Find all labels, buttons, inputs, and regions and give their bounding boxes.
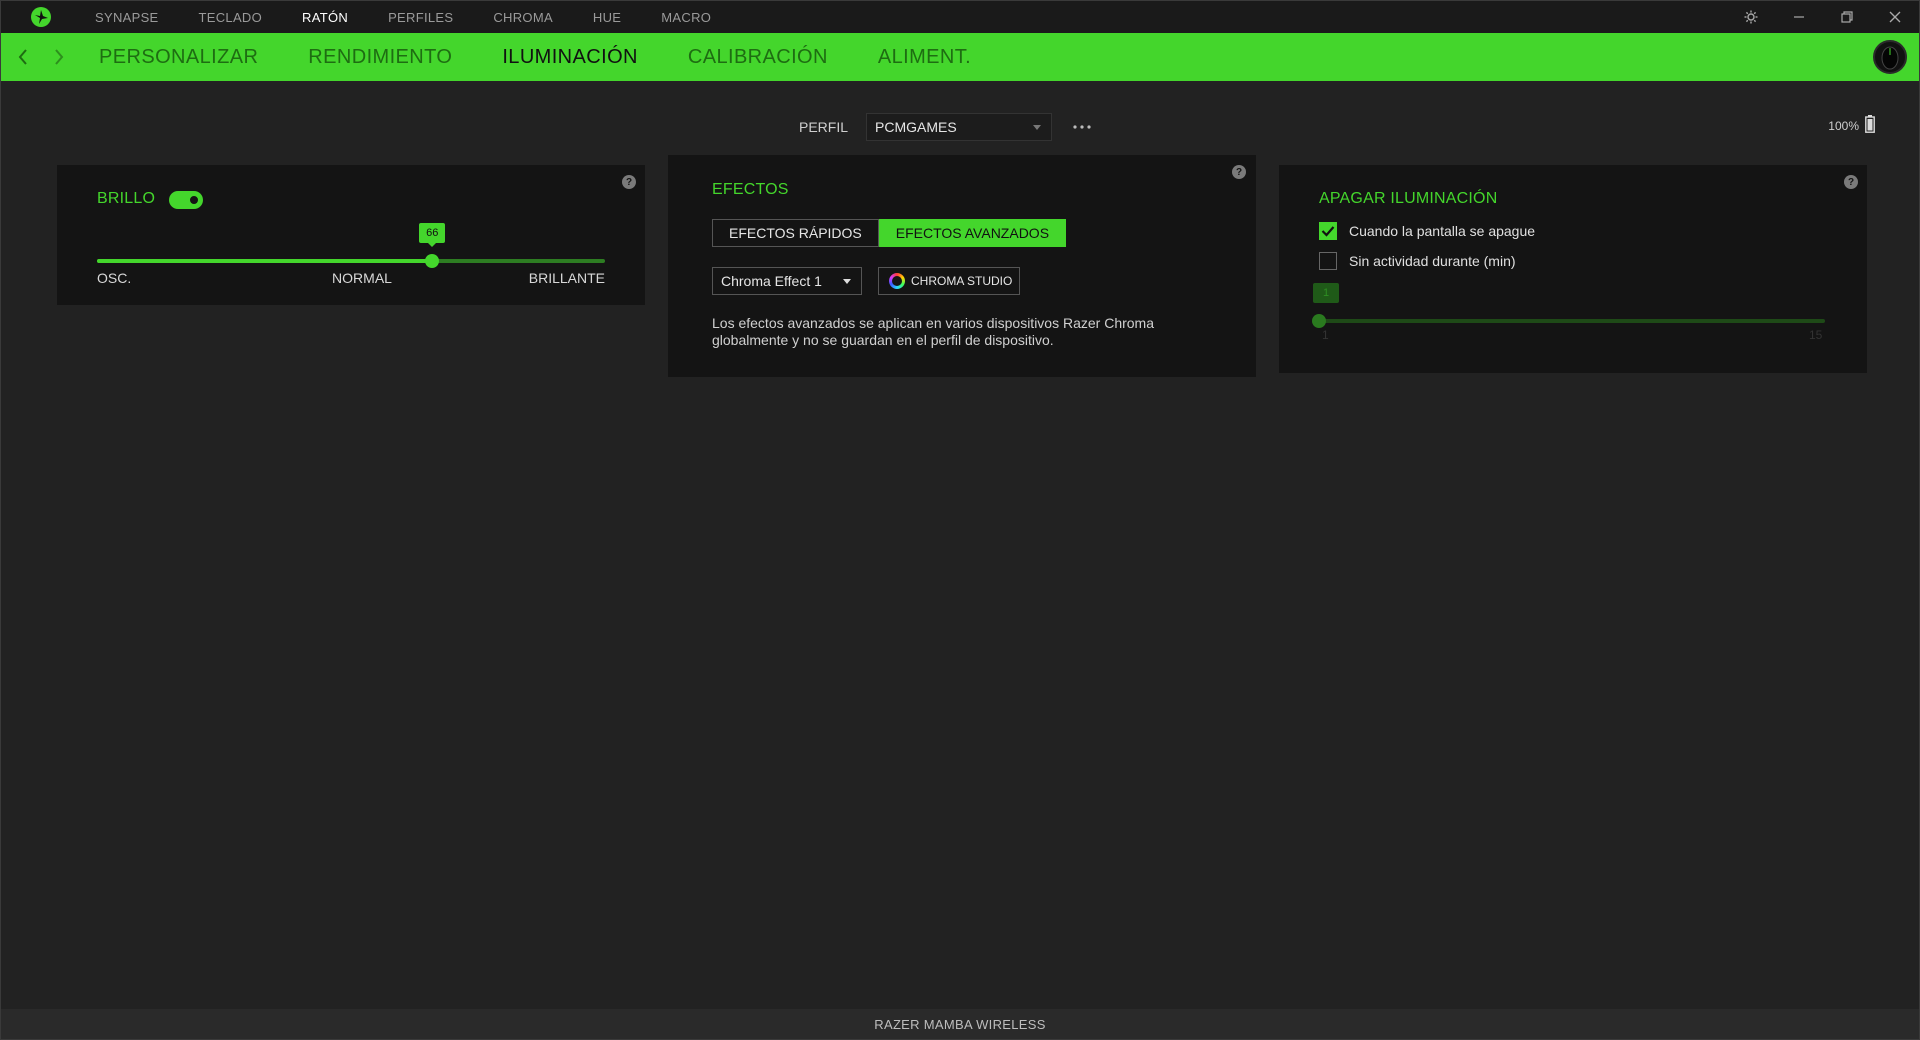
profile-dropdown[interactable]: PCMGAMES (866, 113, 1053, 141)
brightness-slider-thumb[interactable] (425, 254, 440, 268)
brightness-title: BRILLO (97, 190, 156, 207)
brightness-label-low: OSC. (97, 270, 132, 286)
effects-description: Los efectos avanzados se aplican en vari… (712, 315, 1155, 348)
brightness-label-mid: NORMAL (332, 270, 392, 286)
device-name: RAZER MAMBA WIRELESS (874, 1016, 1046, 1032)
effect-selected-value: Chroma Effect 1 (721, 273, 822, 289)
device-subnav-bar: PERSONALIZAR RENDIMIENTO ILUMINACIÓN CAL… (1, 33, 1919, 81)
restore-icon[interactable] (1823, 1, 1871, 33)
option-screen-off-row: Cuando la pantalla se apague (1319, 222, 1535, 240)
help-icon[interactable]: ? (1844, 175, 1858, 189)
forward-arrow-icon[interactable] (41, 33, 77, 81)
device-tabs: PERSONALIZAR RENDIMIENTO ILUMINACIÓN CAL… (99, 46, 1021, 69)
battery-icon (1865, 115, 1875, 136)
effects-panel: EFECTOS ? EFECTOS RÁPIDOS EFECTOS AVANZA… (668, 155, 1256, 377)
profile-label: PERFIL (799, 119, 849, 135)
brightness-label-high: BRILLANTE (528, 270, 605, 286)
tab-efectos-avanzados[interactable]: EFECTOS AVANZADOS (878, 219, 1067, 247)
idle-slider-thumb (1312, 314, 1326, 328)
option-idle-row: Sin actividad durante (min) (1319, 252, 1516, 270)
chroma-studio-label: CHROMA STUDIO (911, 274, 1013, 288)
topnav-macro[interactable]: MACRO (661, 10, 711, 25)
brightness-slider[interactable] (97, 254, 605, 268)
idle-slider (1319, 319, 1825, 323)
effects-mode-tabs: EFECTOS RÁPIDOS EFECTOS AVANZADOS (712, 219, 1067, 247)
screen-off-label: Cuando la pantalla se apague (1349, 223, 1536, 239)
help-icon[interactable]: ? (622, 175, 636, 189)
help-icon[interactable]: ? (1232, 165, 1246, 179)
topnav-perfiles[interactable]: PERFILES (388, 10, 453, 25)
back-arrow-icon[interactable] (5, 33, 41, 81)
window-controls (1727, 1, 1919, 33)
minimize-icon[interactable] (1775, 1, 1823, 33)
tab-rendimiento[interactable]: RENDIMIENTO (308, 46, 452, 69)
profile-selected-value: PCMGAMES (875, 119, 957, 135)
idle-label: Sin actividad durante (min) (1349, 253, 1516, 269)
brightness-slider-fill (97, 259, 433, 263)
chevron-down-icon (843, 279, 851, 284)
tab-personalizar[interactable]: PERSONALIZAR (99, 46, 258, 69)
brightness-toggle[interactable] (169, 191, 203, 209)
lights-off-panel: APAGAR ILUMINACIÓN ? Cuando la pantalla … (1279, 165, 1867, 373)
settings-gear-icon[interactable] (1727, 1, 1775, 33)
topnav-teclado[interactable]: TECLADO (199, 10, 263, 25)
idle-min-label: 1 (1322, 328, 1329, 342)
topnav-synapse[interactable]: SYNAPSE (95, 10, 159, 25)
tab-calibracion[interactable]: CALIBRACIÓN (688, 46, 828, 69)
effects-title: EFECTOS (712, 181, 789, 198)
idle-max-label: 15 (1809, 328, 1823, 342)
device-thumbnail[interactable] (1873, 40, 1907, 74)
title-bar: SYNAPSE TECLADO RATÓN PERFILES CHROMA HU… (1, 1, 1919, 33)
more-options-icon[interactable] (1072, 117, 1092, 137)
topnav-raton[interactable]: RATÓN (302, 10, 348, 25)
brightness-panel: BRILLO ? 66 OSC. NORMAL BRILLANTE (57, 165, 645, 305)
tab-efectos-rapidos[interactable]: EFECTOS RÁPIDOS (712, 219, 879, 247)
device-footer: RAZER MAMBA WIRELESS (1, 1009, 1919, 1039)
idle-checkbox[interactable] (1319, 252, 1337, 270)
close-icon[interactable] (1871, 1, 1919, 33)
tab-iluminacion[interactable]: ILUMINACIÓN (502, 46, 638, 69)
profile-row: PERFIL PCMGAMES (799, 113, 1092, 141)
top-nav: SYNAPSE TECLADO RATÓN PERFILES CHROMA HU… (95, 1, 751, 33)
effect-dropdown[interactable]: Chroma Effect 1 (712, 267, 862, 295)
tab-aliment[interactable]: ALIMENT. (878, 46, 971, 69)
chevron-down-icon (1033, 125, 1042, 130)
topnav-hue[interactable]: HUE (593, 10, 621, 25)
chroma-wheel-icon (889, 273, 905, 289)
topnav-chroma[interactable]: CHROMA (493, 10, 553, 25)
chroma-studio-button[interactable]: CHROMA STUDIO (878, 267, 1020, 295)
razer-logo-icon[interactable] (29, 5, 53, 29)
toggle-knob (188, 194, 200, 206)
idle-value-bubble: 1 (1313, 283, 1339, 303)
battery-status: 100% (1828, 115, 1875, 136)
battery-percent: 100% (1828, 118, 1859, 133)
screen-off-checkbox[interactable] (1319, 222, 1337, 240)
lights-off-title: APAGAR ILUMINACIÓN (1319, 190, 1498, 207)
brightness-value-bubble: 66 (419, 223, 446, 247)
